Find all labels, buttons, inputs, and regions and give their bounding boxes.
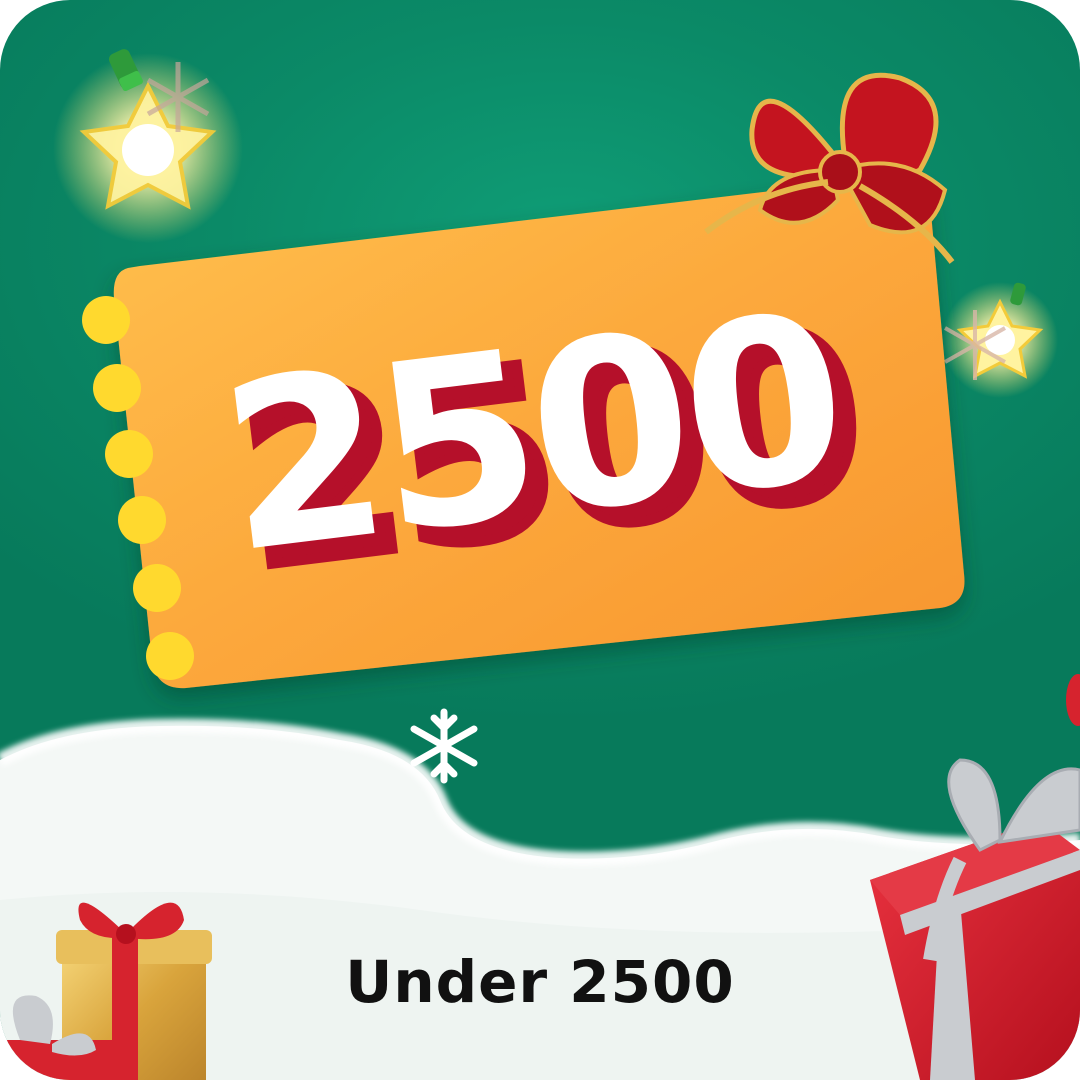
category-caption: Under 2500: [345, 948, 735, 1016]
amount-graphic: 2500 2500: [210, 265, 877, 626]
category-card[interactable]: 2500 2500 Under 2500: [0, 0, 1080, 1080]
